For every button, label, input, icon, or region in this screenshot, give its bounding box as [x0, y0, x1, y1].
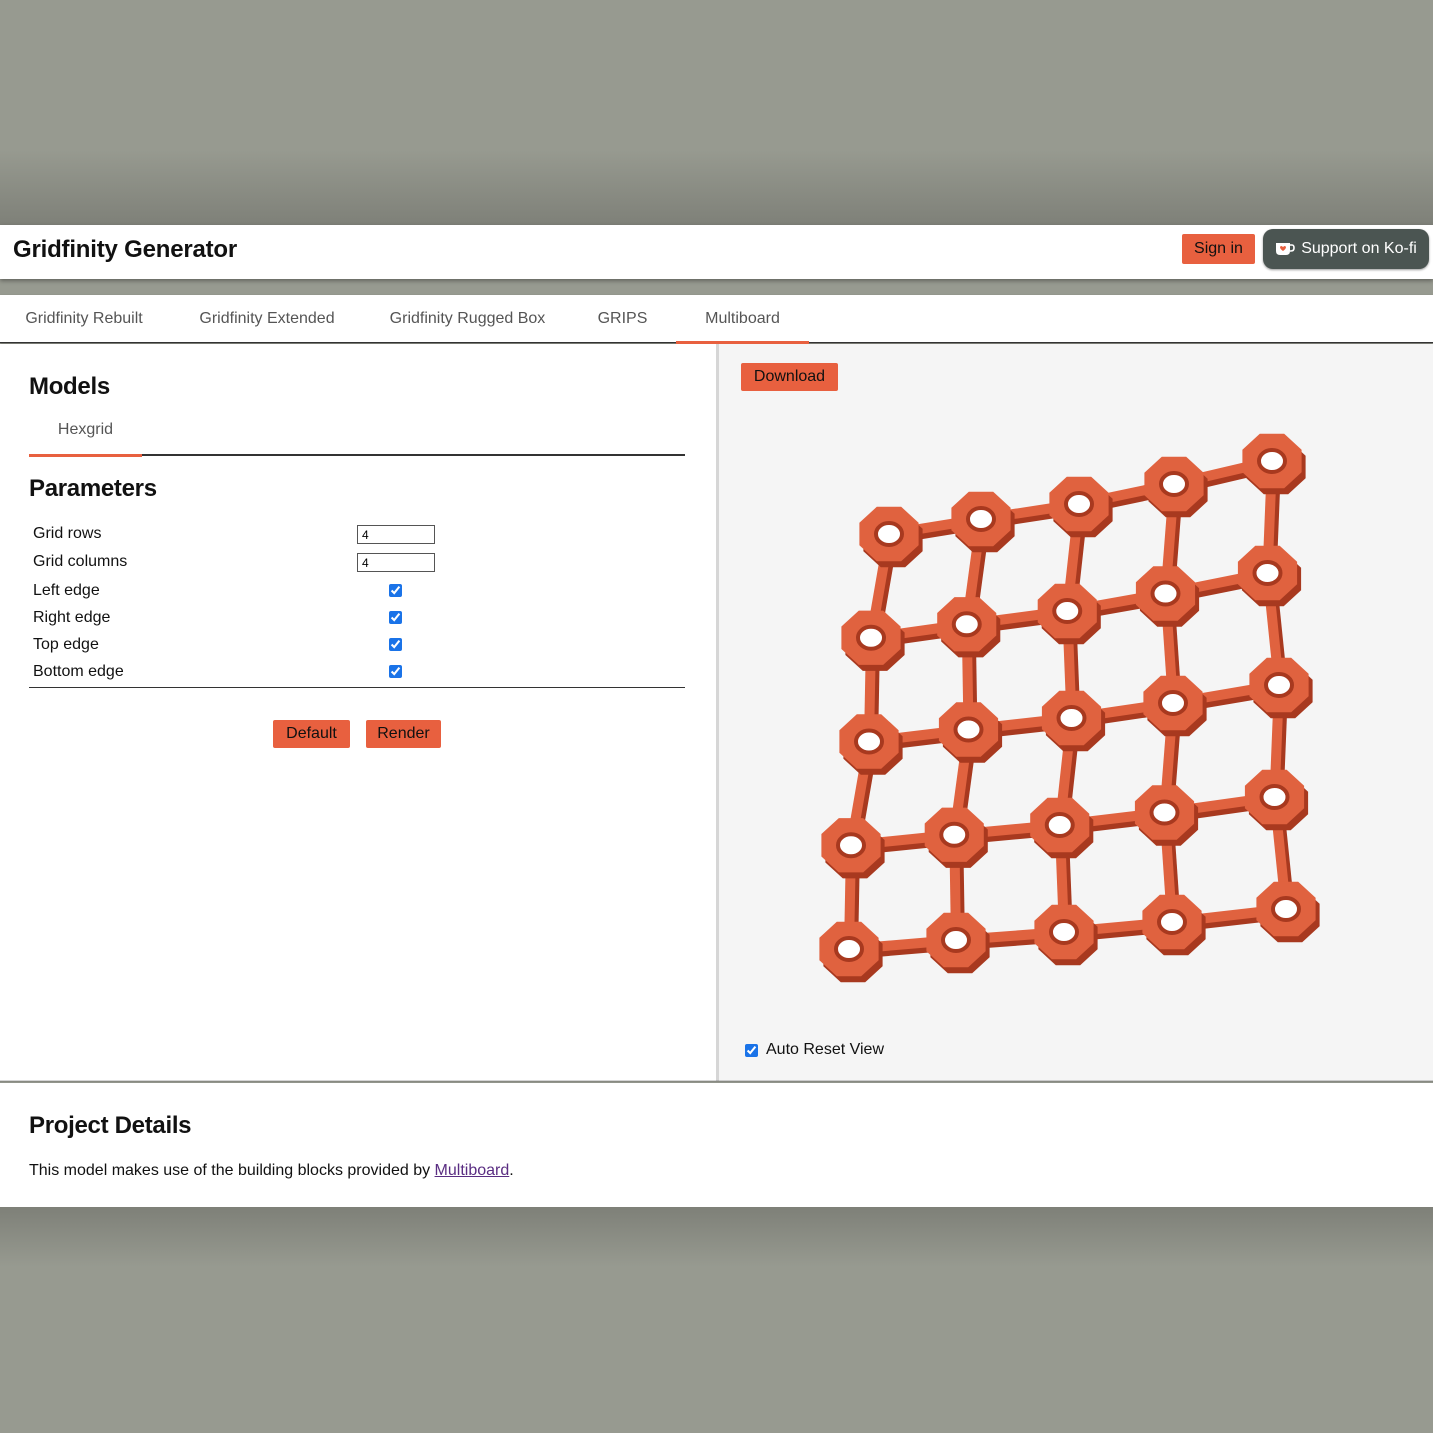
hexgrid-node-hole — [836, 832, 866, 859]
project-details-sentence: This model makes use of the building blo… — [29, 1162, 435, 1179]
parameters-table: Grid rows Grid columns Left edge Right e… — [29, 522, 685, 688]
kofi-support-button[interactable]: Support on Ko-fi — [1263, 229, 1429, 269]
param-row-top-edge: Top edge — [29, 633, 685, 659]
grid-rows-input[interactable] — [357, 525, 435, 544]
main-panel: Models Hexgrid Parameters Grid rows Grid… — [0, 344, 1433, 1081]
hexgrid-node-hole — [1064, 491, 1094, 517]
models-heading: Models — [29, 373, 110, 400]
hexgrid-node-hole — [1252, 560, 1283, 586]
bottom-edge-label: Bottom edge — [33, 663, 124, 680]
auto-reset-checkbox[interactable] — [745, 1043, 758, 1057]
hexgrid-model — [819, 433, 1320, 983]
kofi-label: Support on Ko-fi — [1301, 240, 1417, 257]
model-3d-viewer[interactable] — [719, 404, 1433, 1044]
top-edge-label: Top edge — [33, 636, 99, 653]
app-header: Gridfinity Generator Sign in Support on … — [0, 225, 1433, 279]
multiboard-link[interactable]: Multiboard — [435, 1162, 510, 1179]
tab-grips[interactable]: GRIPS — [569, 295, 676, 342]
hexgrid-node-hole — [941, 927, 971, 953]
download-button[interactable]: Download — [741, 363, 838, 391]
hexgrid-node-hole — [951, 611, 982, 638]
project-details: Project Details This model makes use of … — [0, 1083, 1433, 1207]
param-row-left-edge: Left edge — [29, 579, 685, 605]
hexgrid-node-hole — [1052, 598, 1083, 624]
hexgrid-node-hole — [966, 506, 996, 532]
parameters-heading: Parameters — [29, 475, 157, 502]
right-edge-label: Right edge — [33, 609, 111, 626]
hexgrid-node-hole — [1056, 705, 1087, 731]
left-edge-checkbox[interactable] — [389, 584, 402, 597]
settings-panel: Models Hexgrid Parameters Grid rows Grid… — [0, 344, 716, 1081]
hexgrid-node-hole — [854, 728, 884, 755]
app-title: Gridfinity Generator — [13, 236, 238, 263]
sign-in-button[interactable]: Sign in — [1182, 234, 1255, 264]
grid-rows-label: Grid rows — [33, 525, 102, 542]
tab-gridfinity-rebuilt[interactable]: Gridfinity Rebuilt — [0, 295, 168, 342]
hexgrid-node-hole — [874, 521, 904, 547]
left-edge-label: Left edge — [33, 582, 100, 599]
right-edge-checkbox[interactable] — [389, 611, 402, 624]
param-row-grid-columns: Grid columns — [29, 550, 685, 576]
project-details-text: This model makes use of the building blo… — [29, 1162, 514, 1180]
default-button[interactable]: Default — [273, 720, 350, 748]
hexgrid-node-hole — [1049, 919, 1079, 945]
project-details-heading: Project Details — [29, 1112, 192, 1139]
hexgrid-node-hole — [1264, 672, 1294, 698]
hexgrid-node-hole — [1150, 580, 1181, 607]
grid-columns-label: Grid columns — [33, 553, 128, 570]
hexgrid-node-hole — [953, 716, 984, 743]
render-button[interactable]: Render — [366, 720, 441, 748]
param-row-bottom-edge: Bottom edge — [29, 660, 685, 686]
preview-panel: Download Auto Reset View — [719, 344, 1433, 1081]
hexgrid-node-hole — [1271, 896, 1301, 922]
model-tabs: Hexgrid — [29, 408, 685, 457]
param-row-right-edge: Right edge — [29, 606, 685, 632]
hexgrid-node-hole — [1157, 909, 1187, 935]
hexgrid-node-hole — [1159, 471, 1189, 497]
param-row-grid-rows: Grid rows — [29, 522, 685, 548]
generator-tabs: Gridfinity Rebuilt Gridfinity Extended G… — [0, 295, 1433, 344]
bottom-edge-checkbox[interactable] — [389, 665, 402, 678]
hexgrid-node-hole — [1259, 784, 1290, 810]
hexgrid-node-hole — [1149, 799, 1180, 826]
hexgrid-node-hole — [1044, 812, 1075, 838]
project-details-period: . — [509, 1162, 514, 1179]
top-edge-checkbox[interactable] — [389, 638, 402, 651]
model-tab-hexgrid[interactable]: Hexgrid — [29, 408, 142, 457]
tab-gridfinity-rugged-box[interactable]: Gridfinity Rugged Box — [366, 295, 569, 342]
hexgrid-node-hole — [1257, 448, 1287, 474]
hexgrid-node-hole — [834, 936, 864, 962]
tab-multiboard[interactable]: Multiboard — [676, 295, 809, 344]
hexgrid-node-hole — [939, 821, 970, 848]
grid-columns-input[interactable] — [357, 553, 435, 572]
kofi-cup-icon — [1276, 243, 1295, 255]
auto-reset-toggle[interactable]: Auto Reset View — [745, 1041, 884, 1059]
hexgrid-node-hole — [1158, 690, 1188, 716]
tab-gridfinity-extended[interactable]: Gridfinity Extended — [168, 295, 366, 342]
auto-reset-label: Auto Reset View — [766, 1041, 884, 1058]
hexgrid-node-hole — [856, 624, 886, 651]
